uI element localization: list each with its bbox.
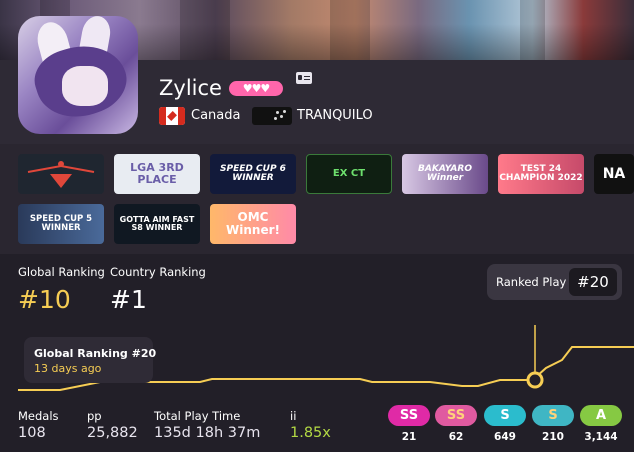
tooltip-subtitle: 13 days ago (34, 362, 102, 375)
ranked-play-value: #20 (569, 268, 617, 296)
supporter-badge[interactable]: ♥♥♥ (229, 81, 283, 96)
pp-value: 25,882 (87, 425, 138, 441)
medals-label: Medals (18, 409, 59, 423)
country-ranking-label: Country Ranking (110, 265, 206, 279)
badge-speed-cup-5[interactable]: SPEED CUP 5 WINNER (18, 204, 104, 244)
grade-s-silver: S (484, 405, 526, 426)
team-name[interactable]: TRANQUILO (297, 108, 373, 123)
badge-speed-cup-6[interactable]: SPEED CUP 6 WINNER (210, 154, 296, 194)
badge-exact[interactable]: EX CT (306, 154, 392, 194)
grade-ss-silver: SS (388, 405, 430, 426)
playtime-value: 135d 18h 37m (154, 425, 261, 441)
badge-test-champion[interactable]: TEST 24 CHAMPION 2022 (498, 154, 584, 194)
ranked-play-label: Ranked Play (496, 275, 567, 289)
global-ranking-value: #10 (18, 285, 71, 314)
username: Zylice (159, 76, 222, 100)
badge-omc[interactable]: OMC Winner! (210, 204, 296, 244)
playtime-label: Total Play Time (154, 409, 241, 423)
badge-lga[interactable]: LGA 3RD PLACE (114, 154, 200, 194)
avatar[interactable] (18, 16, 138, 134)
grade-s-count: 210 (542, 431, 564, 443)
grade-ss-count: 62 (448, 431, 464, 443)
ii-value: 1.85x (290, 425, 331, 441)
grade-a-count: 3,144 (584, 431, 618, 443)
grade-ss-silver-count: 21 (401, 431, 417, 443)
grade-ss: SS (435, 405, 477, 426)
badge-gotta-aim-fast[interactable]: GOTTA AIM FAST S8 WINNER (114, 204, 200, 244)
pp-label: pp (87, 409, 102, 423)
grade-a: A (580, 405, 622, 426)
grade-s: S (532, 405, 574, 426)
team-flag-icon[interactable] (252, 107, 292, 125)
ii-label: ii (290, 409, 297, 423)
badge-tournament-1[interactable] (18, 154, 104, 194)
country-ranking-value: #1 (110, 285, 147, 314)
country-name[interactable]: Canada (191, 108, 240, 123)
tooltip-title: Global Ranking #20 (34, 347, 157, 360)
badge-bakayaro[interactable]: BAKAYARO Winner (402, 154, 488, 194)
badge-na[interactable]: NA (594, 154, 634, 194)
medals-value: 108 (18, 425, 46, 441)
trophy-emblem-icon (27, 161, 95, 188)
global-ranking-label: Global Ranking (18, 265, 105, 279)
graph-hover-point[interactable] (526, 371, 544, 389)
grade-s-silver-count: 649 (494, 431, 516, 443)
rank-tooltip (24, 337, 153, 383)
user-card-icon[interactable] (296, 72, 312, 84)
country-flag-icon[interactable] (159, 107, 185, 125)
